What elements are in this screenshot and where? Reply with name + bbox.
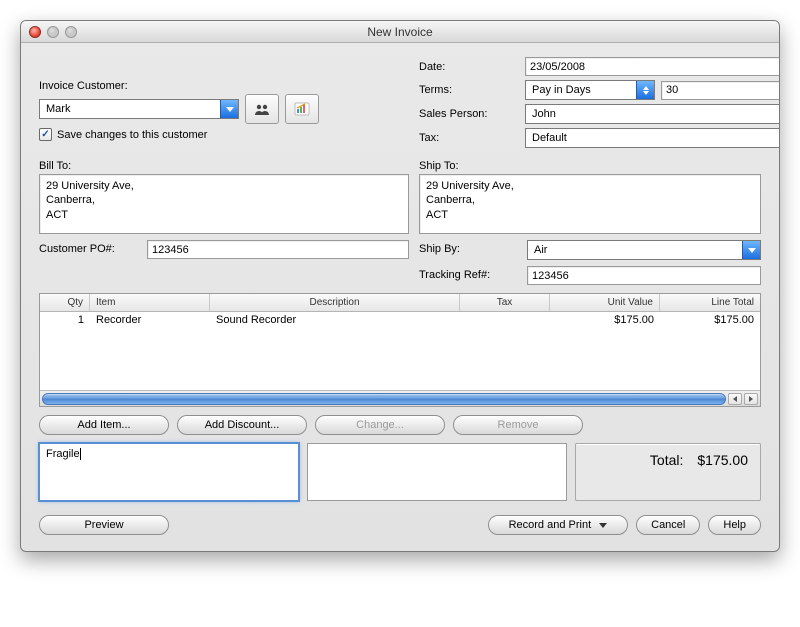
cell-desc: Sound Recorder bbox=[210, 312, 460, 330]
col-tax[interactable]: Tax bbox=[460, 294, 550, 311]
total-value: $175.00 bbox=[697, 452, 748, 468]
col-line[interactable]: Line Total bbox=[660, 294, 760, 311]
customer-value: Mark bbox=[40, 100, 220, 118]
text-cursor-icon bbox=[80, 448, 81, 460]
scroll-left-icon[interactable] bbox=[728, 393, 742, 405]
window-title: New Invoice bbox=[29, 25, 771, 39]
customer-combo[interactable]: Mark bbox=[39, 99, 239, 119]
terms-select[interactable]: Pay in Days bbox=[525, 80, 655, 100]
salesperson-combo[interactable]: John bbox=[525, 104, 780, 124]
updown-icon bbox=[636, 81, 654, 99]
scroll-right-icon[interactable] bbox=[744, 393, 758, 405]
ship-by-combo[interactable]: Air bbox=[527, 240, 761, 260]
bill-to-textarea[interactable] bbox=[39, 174, 409, 234]
close-icon[interactable] bbox=[29, 26, 41, 38]
chevron-down-icon bbox=[742, 241, 760, 259]
total-label: Total: bbox=[650, 452, 683, 468]
col-item[interactable]: Item bbox=[90, 294, 210, 311]
report-button[interactable] bbox=[285, 94, 319, 124]
traffic-lights bbox=[29, 26, 77, 38]
minimize-icon[interactable] bbox=[47, 26, 59, 38]
chevron-down-icon bbox=[220, 100, 238, 118]
customer-po-field[interactable] bbox=[147, 240, 409, 259]
cancel-button[interactable]: Cancel bbox=[636, 515, 700, 535]
customer-po-label: Customer PO#: bbox=[39, 243, 139, 255]
add-item-button[interactable]: Add Item... bbox=[39, 415, 169, 435]
horizontal-scrollbar[interactable] bbox=[40, 390, 760, 406]
preview-button[interactable]: Preview bbox=[39, 515, 169, 535]
col-unit[interactable]: Unit Value bbox=[550, 294, 660, 311]
col-desc[interactable]: Description bbox=[210, 294, 460, 311]
tracking-ref-label: Tracking Ref#: bbox=[419, 269, 519, 281]
scroll-thumb[interactable] bbox=[42, 393, 726, 405]
salesperson-value: John bbox=[526, 105, 780, 123]
window-frame: New Invoice Invoice Customer: Mark bbox=[20, 20, 780, 552]
people-icon bbox=[254, 102, 270, 116]
terms-days-field[interactable] bbox=[661, 81, 780, 100]
tracking-ref-field[interactable] bbox=[527, 266, 761, 285]
record-print-menu[interactable]: Record and Print bbox=[488, 515, 629, 535]
ship-by-label: Ship By: bbox=[419, 243, 519, 255]
bill-to-label: Bill To: bbox=[39, 160, 409, 172]
ship-to-textarea[interactable] bbox=[419, 174, 761, 234]
date-label: Date: bbox=[419, 61, 519, 73]
table-row[interactable]: 1 Recorder Sound Recorder $175.00 $175.0… bbox=[40, 312, 760, 330]
help-button[interactable]: Help bbox=[708, 515, 761, 535]
contacts-button[interactable] bbox=[245, 94, 279, 124]
cell-qty: 1 bbox=[40, 312, 90, 330]
date-field[interactable] bbox=[525, 57, 780, 76]
tax-label: Tax: bbox=[419, 132, 519, 144]
table-header: Qty Item Description Tax Unit Value Line… bbox=[40, 294, 760, 312]
chart-icon bbox=[294, 102, 310, 116]
ship-by-value: Air bbox=[528, 241, 742, 259]
total-box: Total: $175.00 bbox=[575, 443, 761, 501]
note-left-text: Fragile bbox=[46, 448, 80, 460]
ship-to-label: Ship To: bbox=[419, 160, 761, 172]
cell-tax bbox=[460, 312, 550, 330]
add-discount-button[interactable]: Add Discount... bbox=[177, 415, 307, 435]
save-changes-checkbox[interactable]: ✓ bbox=[39, 128, 52, 141]
note-left-textarea[interactable]: Fragile bbox=[39, 443, 299, 501]
tax-value: Default bbox=[526, 129, 780, 147]
cell-line: $175.00 bbox=[660, 312, 760, 330]
col-qty[interactable]: Qty bbox=[40, 294, 90, 311]
note-right-textarea[interactable] bbox=[307, 443, 567, 501]
cell-unit: $175.00 bbox=[550, 312, 660, 330]
terms-value: Pay in Days bbox=[526, 81, 636, 99]
titlebar: New Invoice bbox=[21, 21, 779, 43]
remove-button[interactable]: Remove bbox=[453, 415, 583, 435]
cell-item: Recorder bbox=[90, 312, 210, 330]
chevron-down-icon bbox=[599, 523, 607, 528]
line-items-table: Qty Item Description Tax Unit Value Line… bbox=[39, 293, 761, 407]
tax-select[interactable]: Default bbox=[525, 128, 780, 148]
record-print-label: Record and Print bbox=[509, 519, 592, 531]
save-changes-label: Save changes to this customer bbox=[57, 129, 207, 141]
invoice-customer-label: Invoice Customer: bbox=[39, 80, 409, 92]
salesperson-label: Sales Person: bbox=[419, 108, 519, 120]
zoom-icon[interactable] bbox=[65, 26, 77, 38]
change-button[interactable]: Change... bbox=[315, 415, 445, 435]
terms-label: Terms: bbox=[419, 84, 519, 96]
